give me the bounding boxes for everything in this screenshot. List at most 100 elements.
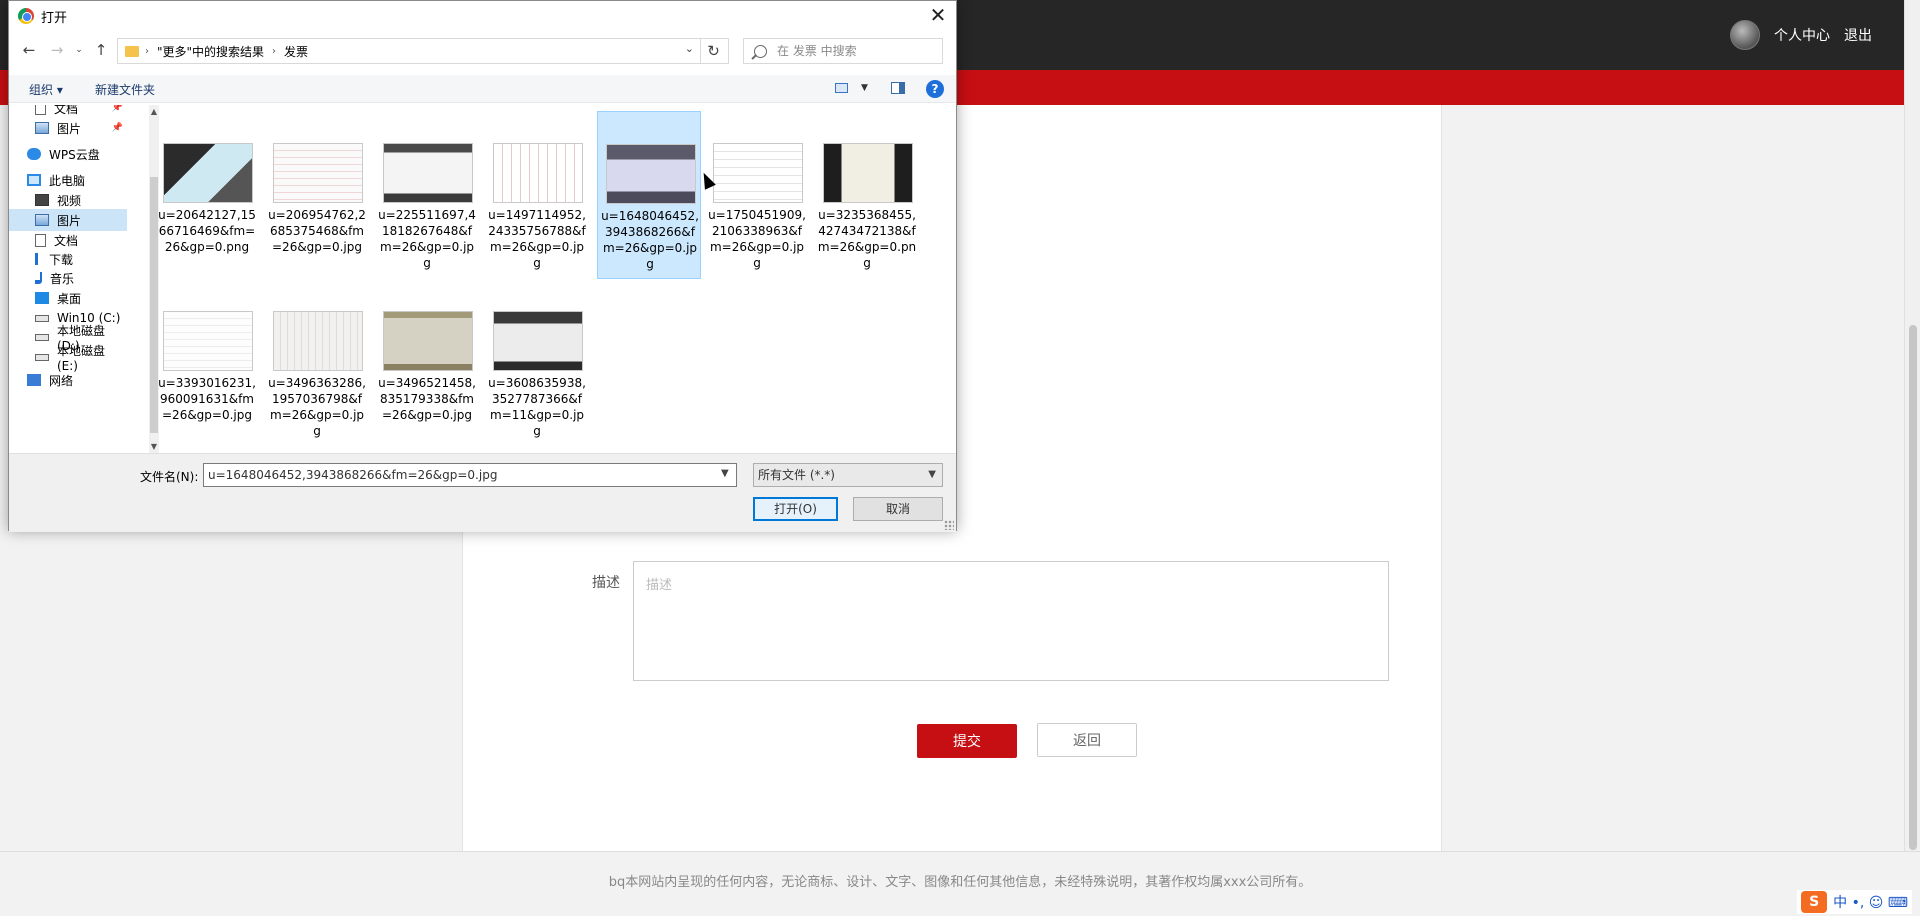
resize-grip-icon[interactable] — [944, 520, 954, 530]
chevron-right-icon[interactable]: › — [145, 46, 149, 57]
file-item[interactable]: u=1497114952,24335756788&fm=26&gp=0.jpg — [485, 111, 589, 279]
chrome-icon — [18, 8, 34, 24]
file-name: u=1497114952,24335756788&fm=26&gp=0.jpg — [488, 208, 586, 270]
open-button[interactable]: 打开(O) — [753, 497, 838, 521]
file-item[interactable]: u=225511697,41818267648&fm=26&gp=0.jpg — [375, 111, 479, 279]
sidebar-item[interactable]: 图片 — [9, 209, 127, 231]
file-item[interactable]: u=20642127,1566716469&fm=26&gp=0.png — [155, 111, 259, 279]
ime-toolbar[interactable]: S 中 •, ☺ ⌨ — [1797, 890, 1912, 914]
file-name: u=3496363286,1957036798&fm=26&gp=0.jpg — [268, 376, 366, 438]
drive-icon — [35, 314, 49, 322]
sidebar-item-label: 下载 — [49, 252, 74, 267]
file-thumbnail — [163, 143, 253, 203]
file-thumbnail — [606, 144, 696, 204]
file-list: u=20642127,1566716469&fm=26&gp=0.png u=20… — [147, 105, 953, 453]
search-box[interactable] — [743, 38, 943, 64]
sidebar-item[interactable]: 音乐 — [9, 267, 127, 289]
sidebar-item[interactable]: WPS云盘 — [9, 143, 127, 165]
file-name: u=3393016231,960091631&fm=26&gp=0.jpg — [158, 376, 256, 422]
sidebar-item[interactable]: 图片 📌 — [9, 117, 127, 139]
pin-icon: 📌 — [111, 105, 123, 113]
filename-label: 文件名(N): — [140, 470, 199, 484]
sidebar-item-label: 此电脑 — [49, 173, 86, 188]
navigation-bar: ← → ⌄ ↑ › "更多"中的搜索结果 › 发票 ⌄ ↻ — [9, 35, 956, 65]
dialog-titlebar[interactable]: 打开 ✕ — [9, 1, 956, 31]
cancel-button[interactable]: 取消 — [853, 497, 943, 521]
ime-status[interactable]: 中 •, ☺ ⌨ — [1833, 892, 1908, 912]
file-thumbnail — [383, 143, 473, 203]
picture-icon — [35, 214, 49, 226]
submit-button[interactable]: 提交 — [917, 724, 1017, 758]
sidebar-item[interactable]: 桌面 — [9, 287, 127, 309]
file-item[interactable]: u=206954762,2685375468&fm=26&gp=0.jpg — [265, 111, 369, 279]
view-options-icon[interactable] — [835, 83, 848, 93]
new-folder-button[interactable]: 新建文件夹 — [95, 81, 155, 98]
logout-link[interactable]: 退出 — [1844, 25, 1872, 45]
sidebar-item-label: 文档 — [54, 105, 79, 116]
file-type-value: 所有文件 (*.*) — [758, 468, 835, 482]
file-name: u=1750451909,2106338963&fm=26&gp=0.jpg — [708, 208, 806, 270]
page-scrollbar[interactable] — [1904, 0, 1920, 851]
chevron-down-icon[interactable]: ⌄ — [685, 42, 694, 55]
filename-history-icon[interactable]: ▼ — [721, 468, 729, 479]
breadcrumb-search-results[interactable]: "更多"中的搜索结果 — [157, 43, 264, 60]
description-label: 描述 — [592, 575, 620, 591]
user-center-link[interactable]: 个人中心 — [1774, 25, 1830, 45]
download-icon — [35, 253, 41, 265]
document-icon — [35, 233, 46, 247]
drive-icon — [35, 353, 49, 361]
file-thumbnail — [273, 143, 363, 203]
back-arrow-icon[interactable]: ← — [19, 39, 39, 61]
file-type-select[interactable]: 所有文件 (*.*) ▼ — [753, 463, 943, 487]
picture-icon — [35, 122, 49, 134]
dialog-toolbar: 组织 ▾ 新建文件夹 ▼ ? — [9, 75, 956, 103]
file-open-dialog: 打开 ✕ ← → ⌄ ↑ › "更多"中的搜索结果 › 发票 ⌄ ↻ 组织 ▾ … — [8, 0, 957, 532]
filename-input[interactable]: u=1648046452,3943868266&fm=26&gp=0.jpg — [203, 463, 737, 487]
breadcrumb-current-folder[interactable]: 发票 — [284, 43, 308, 60]
up-arrow-icon[interactable]: ↑ — [91, 39, 111, 61]
document-icon — [35, 105, 46, 115]
music-icon — [35, 272, 42, 284]
sidebar-item[interactable]: 网络 — [9, 369, 127, 391]
avatar[interactable] — [1730, 20, 1760, 50]
sidebar-item[interactable]: 视频 — [9, 189, 127, 211]
file-item[interactable]: u=1750451909,2106338963&fm=26&gp=0.jpg — [705, 111, 809, 279]
sidebar-item[interactable]: 此电脑 — [9, 169, 127, 191]
file-name: u=3496521458,835179338&fm=26&gp=0.jpg — [378, 376, 476, 422]
chevron-right-icon[interactable]: › — [272, 46, 276, 57]
sidebar-item-label: 图片 — [57, 121, 82, 136]
file-thumbnail — [163, 311, 253, 371]
folder-icon — [125, 45, 139, 57]
back-button[interactable]: 返回 — [1037, 723, 1137, 757]
file-item[interactable]: u=1648046452,3943868266&fm=26&gp=0.jpg — [597, 111, 701, 279]
search-input[interactable] — [777, 44, 937, 58]
file-name: u=3608635938,3527787366&fm=11&gp=0.jpg — [488, 376, 586, 438]
sidebar-item-label: 桌面 — [57, 291, 82, 306]
file-item[interactable]: u=3235368455,42743472138&fm=26&gp=0.png — [815, 111, 919, 279]
desktop-icon — [35, 292, 49, 304]
sidebar-item-label: 本地磁盘 (E:) — [57, 343, 106, 373]
close-icon[interactable]: ✕ — [920, 1, 956, 31]
page-scrollbar-thumb[interactable] — [1909, 325, 1917, 850]
forward-arrow-icon[interactable]: → — [47, 39, 67, 61]
description-textarea[interactable] — [633, 561, 1389, 681]
sidebar-item-label: 网络 — [49, 373, 74, 388]
recent-locations-icon[interactable]: ⌄ — [69, 39, 89, 61]
file-item[interactable]: u=3496363286,1957036798&fm=26&gp=0.jpg — [265, 279, 369, 447]
file-name: u=1648046452,3943868266&fm=26&gp=0.jpg — [601, 209, 699, 271]
address-bar[interactable]: › "更多"中的搜索结果 › 发票 ⌄ — [117, 38, 701, 64]
dialog-title: 打开 — [41, 11, 68, 26]
search-icon — [754, 44, 767, 58]
file-item[interactable]: u=3608635938,3527787366&fm=11&gp=0.jpg — [485, 279, 589, 447]
sidebar-item-label: 音乐 — [50, 271, 75, 286]
file-thumbnail — [823, 143, 913, 203]
organize-menu[interactable]: 组织 ▾ — [29, 81, 63, 98]
help-icon[interactable]: ? — [926, 80, 944, 98]
refresh-icon[interactable]: ↻ — [699, 38, 729, 64]
sidebar-item[interactable]: 本地磁盘 (E:) — [9, 344, 127, 373]
view-dropdown-icon[interactable]: ▼ — [861, 83, 868, 93]
file-item[interactable]: u=3393016231,960091631&fm=26&gp=0.jpg — [155, 279, 259, 447]
preview-pane-icon[interactable] — [891, 82, 905, 94]
file-thumbnail — [383, 311, 473, 371]
file-item[interactable]: u=3496521458,835179338&fm=26&gp=0.jpg — [375, 279, 479, 447]
